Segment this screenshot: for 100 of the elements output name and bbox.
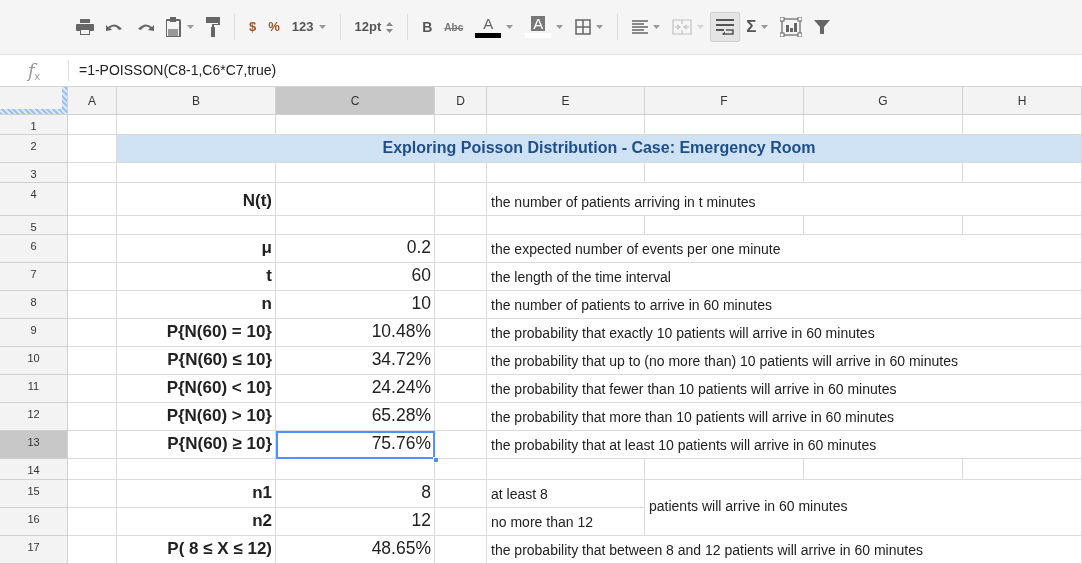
- chart-icon: [780, 17, 803, 37]
- row-header[interactable]: 4: [0, 183, 68, 216]
- row-header[interactable]: 11: [0, 375, 68, 403]
- table-cell: 24.24%: [276, 375, 435, 403]
- empty-cell[interactable]: [117, 459, 276, 480]
- row-header[interactable]: 15: [0, 480, 68, 508]
- caret-icon: [596, 25, 604, 29]
- function-icon: f$_{x}$: [0, 57, 68, 84]
- table-cell: P{N(60) = 10}: [117, 319, 276, 347]
- caret-icon: [697, 25, 705, 29]
- column-header[interactable]: E: [487, 87, 645, 115]
- empty-cell[interactable]: [435, 263, 487, 291]
- bold-button[interactable]: B: [416, 12, 439, 42]
- empty-cell[interactable]: [435, 183, 487, 216]
- table-cell: 34.72%: [276, 347, 435, 375]
- percent-button[interactable]: %: [262, 12, 286, 42]
- print-icon: [76, 19, 94, 35]
- empty-cell[interactable]: [117, 163, 276, 183]
- empty-cell[interactable]: [963, 216, 1082, 235]
- empty-cell[interactable]: [645, 459, 804, 480]
- row-header[interactable]: 5: [0, 216, 68, 235]
- empty-cell[interactable]: [963, 163, 1082, 183]
- empty-cell[interactable]: [435, 347, 487, 375]
- table-cell: 60: [276, 263, 435, 291]
- number-format-button[interactable]: 123: [285, 12, 332, 42]
- table-cell: 8: [276, 480, 435, 508]
- caret-icon: [318, 25, 326, 29]
- empty-cell[interactable]: [276, 163, 435, 183]
- formula-field[interactable]: =1-POISSON(C8-1,C6*C7,true): [68, 60, 277, 81]
- empty-cell[interactable]: [435, 291, 487, 319]
- empty-cell[interactable]: [963, 459, 1082, 480]
- row-header[interactable]: 1: [0, 115, 68, 135]
- empty-cell[interactable]: [435, 319, 487, 347]
- row-header[interactable]: 16: [0, 508, 68, 536]
- table-cell: t: [117, 263, 276, 291]
- table-cell: at least 8: [487, 480, 645, 508]
- column-header[interactable]: G: [804, 87, 963, 115]
- row-header[interactable]: 13: [0, 431, 68, 459]
- redo-icon: [136, 21, 154, 33]
- row-header[interactable]: 6: [0, 235, 68, 263]
- font-size-button[interactable]: 12pt: [348, 12, 400, 42]
- table-cell: the probability that more than 10 patients will arrive in 60 minutes: [487, 403, 1082, 431]
- borders-icon: [575, 19, 592, 35]
- empty-cell[interactable]: [487, 163, 645, 183]
- empty-cell[interactable]: [804, 163, 963, 183]
- empty-cell[interactable]: [804, 216, 963, 235]
- merge-cells-icon: [672, 19, 693, 35]
- empty-cell[interactable]: [117, 216, 276, 235]
- empty-cell[interactable]: [435, 459, 487, 480]
- row-header[interactable]: 10: [0, 347, 68, 375]
- table-cell: the number of patients to arrive in 60 minutes: [487, 291, 1082, 319]
- empty-cell[interactable]: [435, 536, 487, 564]
- clipboard-icon: [166, 17, 182, 37]
- column-header[interactable]: C: [276, 87, 435, 115]
- empty-cell[interactable]: [435, 508, 487, 536]
- caret-icon: [761, 25, 769, 29]
- sheet-title: Exploring Poisson Distribution - Case: Emergency Room: [117, 135, 1082, 163]
- table-cell: the expected number of events per one minute: [487, 235, 1082, 263]
- row-header[interactable]: 17: [0, 536, 68, 564]
- row-header[interactable]: 14: [0, 459, 68, 480]
- table-cell: n: [117, 291, 276, 319]
- fill-handle[interactable]: [433, 457, 439, 463]
- row-header[interactable]: 8: [0, 291, 68, 319]
- text-color-button[interactable]: A: [469, 12, 520, 42]
- column-header[interactable]: B: [117, 87, 276, 115]
- empty-cell[interactable]: [487, 216, 645, 235]
- empty-cell[interactable]: [804, 459, 963, 480]
- table-cell: the probability that between 8 and 12 patients will arrive in 60 minutes: [487, 536, 1082, 564]
- empty-cell[interactable]: [487, 459, 645, 480]
- empty-cell[interactable]: [276, 216, 435, 235]
- empty-cell[interactable]: [435, 480, 487, 508]
- row-header[interactable]: 3: [0, 163, 68, 183]
- empty-cell[interactable]: [435, 163, 487, 183]
- functions-button[interactable]: Σ: [740, 12, 775, 42]
- fill-color-button[interactable]: A: [519, 12, 570, 42]
- table-cell: N(t): [117, 183, 276, 216]
- empty-cell[interactable]: [645, 163, 804, 183]
- spinner-icon: [386, 21, 394, 33]
- empty-cell[interactable]: [435, 403, 487, 431]
- column-header[interactable]: A: [68, 87, 117, 115]
- table-cell: P{N(60) ≤ 10}: [117, 347, 276, 375]
- empty-cell[interactable]: [435, 235, 487, 263]
- empty-cell[interactable]: [645, 216, 804, 235]
- column-header[interactable]: F: [645, 87, 804, 115]
- caret-icon: [556, 25, 564, 29]
- column-header[interactable]: H: [963, 87, 1082, 115]
- wrap-text-button[interactable]: [710, 12, 741, 42]
- select-all-corner[interactable]: [0, 87, 68, 115]
- row-header[interactable]: 12: [0, 403, 68, 431]
- row-header[interactable]: 9: [0, 319, 68, 347]
- row-header[interactable]: 7: [0, 263, 68, 291]
- table-cell: 10.48%: [276, 319, 435, 347]
- empty-cell[interactable]: [435, 216, 487, 235]
- currency-button[interactable]: $: [243, 12, 263, 42]
- strikethrough-button[interactable]: Abc: [438, 12, 470, 42]
- empty-cell[interactable]: [435, 375, 487, 403]
- row-header[interactable]: 2: [0, 135, 68, 163]
- empty-cell[interactable]: [276, 183, 435, 216]
- table-cell: n1: [117, 480, 276, 508]
- column-header[interactable]: D: [435, 87, 487, 115]
